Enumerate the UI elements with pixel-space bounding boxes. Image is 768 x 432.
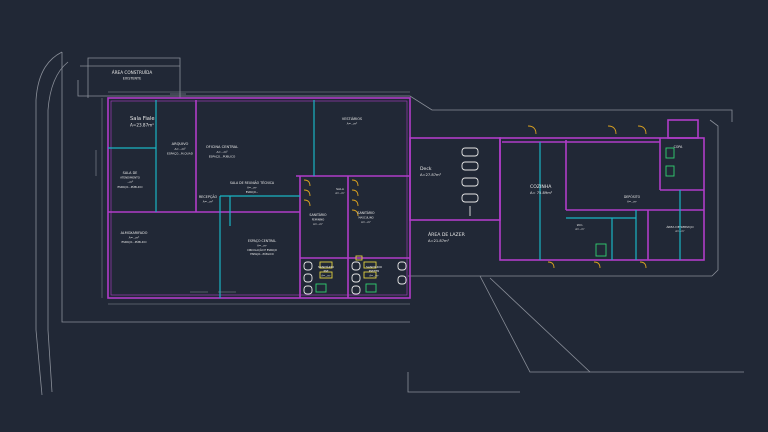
room-label-deck: Deck (420, 166, 432, 172)
room-label-sala-reuniao: ESPAÇO... (246, 190, 259, 194)
room-label-sanitario-pne-2: PNE/FEM (369, 270, 380, 273)
room-label-sanitario-masc: A=...m² (361, 220, 371, 224)
room-label-top-note: EXISTENTE (123, 76, 141, 80)
room-label-sala-direita: A=...m² (335, 192, 344, 195)
drawing-background (0, 0, 768, 432)
room-label-servico: ÁREA DE SERVIÇO (666, 224, 694, 229)
room-label-arquivo: ARQUIVO (172, 142, 189, 146)
room-label-central-left: ...m² (127, 180, 133, 184)
room-label-vestiarios-label: A=...m² (347, 122, 357, 126)
room-label-sanitario-masc: SANITÁRIO (357, 210, 375, 215)
room-label-espaco-central: ESPAÇO CENTRAL (248, 239, 276, 243)
room-label-wc-right: A=...m² (575, 228, 584, 231)
room-label-sala-fiale: A=23.87m² (130, 122, 154, 127)
room-label-sanitario-pne-1: PNE (324, 270, 329, 273)
room-label-oficina-central: ESPAÇO...PÚBLICO (209, 154, 236, 159)
room-label-almoxarifado: A=...m² (129, 236, 139, 240)
room-label-sanitario-fem: SANITÁRIO (309, 212, 327, 217)
room-label-sala-reuniao: A=...m² (247, 185, 257, 189)
room-label-sanitario-pne-2: A=...m² (369, 274, 378, 277)
room-label-sala-reuniao: SALA DE REUNIÃO TÉCNICA (230, 180, 275, 185)
room-label-sanitario-fem: A=...m² (313, 222, 323, 226)
room-label-cozinha: COZINHA (530, 184, 552, 190)
room-label-servico: A=...m² (675, 230, 684, 233)
room-label-recepcao: RECEPÇÃO (199, 194, 218, 199)
room-label-oficina-central: OFICINA CENTRAL (206, 145, 238, 149)
room-label-sala-direita: SALA (336, 187, 345, 191)
room-label-wc-right: W.C. (577, 223, 584, 227)
room-label-deck: A=27.87m² (420, 173, 442, 177)
room-label-sanitario-masc: MASCULINO (358, 215, 373, 219)
room-label-almoxarifado: ALMOXARIFADO (121, 231, 148, 235)
room-label-almoxarifado: ESPAÇO...PÚBLICO (121, 239, 146, 244)
room-label-sala-fiale: Sala Fiale (130, 116, 155, 122)
room-label-arquivo: A=...m² (174, 147, 185, 151)
room-label-recepcao: A=...m² (203, 200, 213, 204)
room-label-sanitario-pne-1: SANITÁRIO (318, 264, 335, 269)
room-label-arquivo: ESPAÇO...M.QUAD (167, 152, 194, 156)
room-label-espaco-central: A=...m² (257, 243, 267, 247)
room-label-oficina-central: A=...m² (216, 150, 227, 154)
room-label-top-note: ÁREA CONSTRUÍDA (112, 70, 153, 75)
room-label-dep-right: A=...m² (627, 199, 637, 203)
room-label-central-left: ATENDIMENTO (120, 176, 140, 180)
room-label-central-left: ESPAÇO...PÚBLICO (117, 184, 142, 189)
room-label-area-de-lazer: A=21.87m² (428, 239, 450, 243)
room-label-dep-right: DEPÓSITO (624, 194, 641, 199)
room-label-sanitario-pne-1: A=...m² (321, 274, 330, 277)
room-label-area-de-lazer: ÁREA DE LAZER (428, 231, 466, 238)
floor-plan-drawing: ÁREA CONSTRUÍDAEXISTENTE Sala FialeA=23.8… (0, 0, 768, 432)
room-label-vestiarios-label: VESTIÁRIOS (342, 116, 362, 121)
room-label-central-left: SALA DE (123, 171, 138, 175)
room-label-sanitario-fem: FEMININO (312, 217, 325, 221)
room-label-cozinha: A= 75.89m² (530, 191, 553, 195)
room-label-sanitario-pne-2: SANITÁRIO (366, 264, 383, 269)
room-label-copa: COPA (674, 145, 683, 149)
